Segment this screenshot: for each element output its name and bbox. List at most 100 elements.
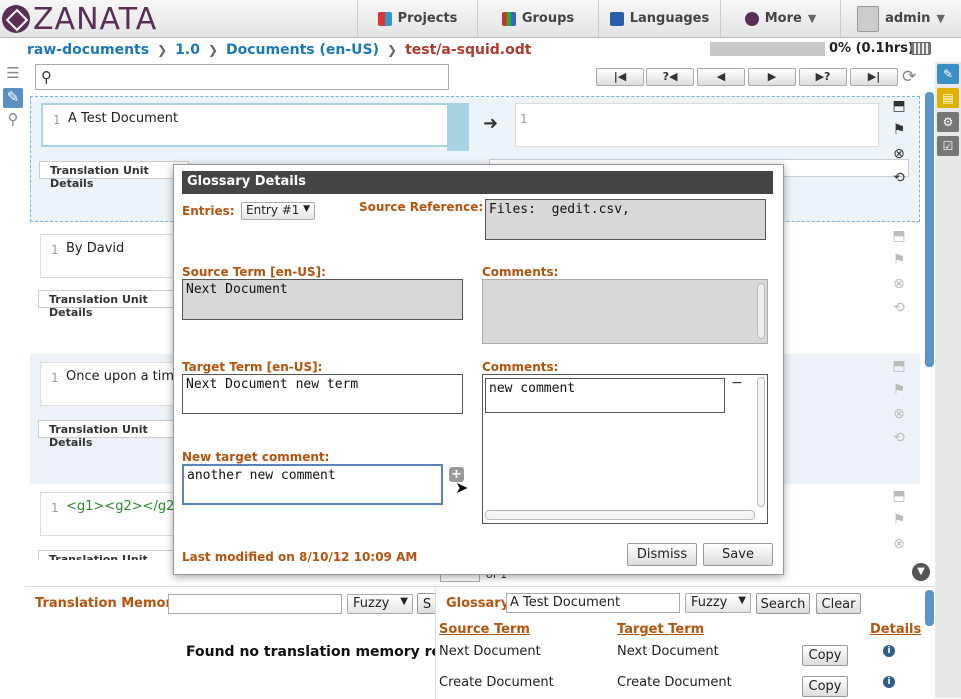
last-modified: Last modified on 8/10/12 10:09 AM	[182, 550, 418, 564]
chevron-right-icon: ❯	[207, 43, 219, 57]
translation-unit-details[interactable]: Translation Unit Details	[38, 290, 188, 319]
cancel-icon[interactable]: ⊗	[890, 406, 908, 422]
glossary-label: Glossary	[446, 596, 510, 611]
refresh-icon[interactable]: ⟳	[902, 67, 916, 87]
progress-bar	[710, 42, 825, 56]
breadcrumb-version[interactable]: 1.0	[175, 42, 200, 58]
remove-comment-icon[interactable]: −	[731, 375, 743, 391]
groups-icon	[501, 11, 516, 26]
chevron-down-icon: ▼	[400, 596, 408, 607]
glossary-clear-button[interactable]: Clear	[816, 593, 861, 614]
translation-unit-details[interactable]: Translation Unit Details	[38, 420, 188, 449]
cancel-icon[interactable]: ⊗	[890, 276, 908, 292]
user-menu[interactable]: admin ▼	[840, 0, 961, 37]
chevron-right-icon: ❯	[157, 43, 168, 57]
next-button[interactable]: ▶	[748, 68, 796, 86]
target-term-input[interactable]: Next Document new term	[182, 374, 463, 414]
column-target-term[interactable]: Target Term	[617, 622, 704, 637]
history-icon[interactable]: ⟲	[890, 300, 908, 316]
cancel-icon[interactable]: ⊗	[890, 536, 908, 552]
cancel-icon[interactable]: ⊗	[890, 146, 908, 162]
breadcrumb: raw-documents ❯ 1.0 ❯ Documents (en-US) …	[27, 41, 531, 59]
copy-button[interactable]: Copy	[802, 645, 848, 666]
scrollbar[interactable]	[757, 283, 765, 339]
new-comment-label: New target comment:	[182, 450, 330, 464]
next-untranslated-button[interactable]: ▶?	[799, 68, 847, 86]
target-term-label: Target Term [en-US]:	[182, 360, 323, 374]
search-view-icon[interactable]: ⚲	[3, 110, 23, 130]
source-term-label: Source Term [en-US]:	[182, 265, 326, 279]
scrollbar[interactable]	[485, 510, 755, 520]
tm-search-button[interactable]: S	[417, 593, 437, 614]
info-icon[interactable]: i	[883, 645, 895, 657]
column-details[interactable]: Details	[870, 622, 921, 637]
entries-select[interactable]: Entry #1 ▼	[241, 202, 315, 220]
list-view-icon[interactable]: ☰	[3, 64, 23, 84]
translation-unit-details[interactable]: Translation Unit Details	[39, 161, 189, 190]
scrollbar[interactable]	[757, 377, 765, 507]
scrollbar[interactable]	[925, 92, 934, 367]
history-icon[interactable]: ⟲	[890, 170, 908, 186]
target-editor[interactable]: 1	[515, 103, 879, 147]
scrollbar[interactable]	[925, 590, 934, 626]
validation-icon[interactable]: ☑	[937, 136, 959, 156]
save-icon[interactable]: ⬒	[890, 488, 908, 504]
search-input[interactable]: ⚲	[35, 64, 449, 90]
nav-projects[interactable]: Projects	[357, 0, 477, 37]
nav-languages[interactable]: Languages	[598, 0, 720, 37]
breadcrumb-documents[interactable]: Documents (en-US)	[226, 42, 379, 58]
copy-button[interactable]: Copy	[802, 676, 848, 697]
chevron-down-icon[interactable]: ▼	[912, 563, 930, 581]
notification-icon[interactable]: ▤	[937, 88, 959, 108]
source-reference-field: Files: gedit.csv,	[485, 199, 766, 240]
target-comments-panel: new comment −	[482, 374, 768, 524]
glossary-target: Create Document	[617, 675, 732, 690]
zanata-logo-icon	[2, 5, 30, 33]
nav-groups[interactable]: Groups	[477, 0, 598, 37]
mouse-cursor-icon: ➤	[455, 478, 469, 497]
chevron-down-icon: ▼	[936, 12, 945, 25]
info-icon[interactable]: i	[883, 676, 895, 688]
glossary-mode-select[interactable]: Fuzzy ▼	[685, 593, 751, 613]
comment-input[interactable]: new comment	[485, 378, 725, 413]
nav-more[interactable]: More ▼	[720, 0, 840, 37]
translation-unit-details[interactable]: Translation Unit Details	[38, 550, 188, 560]
tm-search-input[interactable]	[168, 594, 342, 614]
first-button[interactable]: |◀	[596, 68, 644, 86]
glossary-search-input[interactable]: A Test Document	[506, 593, 680, 613]
tm-mode-select[interactable]: Fuzzy ▼	[347, 594, 413, 614]
glossary-panel: Glossary A Test Document Fuzzy ▼ Search …	[435, 587, 935, 699]
flag-icon[interactable]: ⚑	[890, 122, 908, 138]
save-button[interactable]: Save	[703, 543, 773, 566]
flag-icon[interactable]: ⚑	[890, 252, 908, 268]
save-icon[interactable]: ⬒	[890, 98, 908, 114]
glossary-details-dialog: Glossary Details Entries: Entry #1 ▼ Sou…	[173, 164, 784, 575]
source-cell: 1 A Test Document	[41, 103, 461, 147]
new-comment-input[interactable]: another new comment	[182, 464, 443, 505]
copy-source-icon[interactable]: ➜	[483, 113, 498, 134]
flag-icon[interactable]: ⚑	[890, 382, 908, 398]
history-icon[interactable]: ⟲	[890, 430, 908, 446]
column-source-term[interactable]: Source Term	[439, 622, 530, 637]
flag-icon[interactable]: ⚑	[890, 512, 908, 528]
chat-icon[interactable]: ✎	[937, 64, 959, 84]
save-icon[interactable]: ⬒	[890, 228, 908, 244]
last-button[interactable]: ▶|	[850, 68, 898, 86]
source-reference-label: Source Reference:	[359, 200, 484, 214]
gear-icon[interactable]: ⚙	[937, 112, 959, 132]
tm-empty-message: Found no translation memory results	[186, 644, 436, 660]
keyboard-icon[interactable]	[911, 42, 931, 55]
search-icon: ⚲	[41, 68, 52, 86]
save-icon[interactable]: ⬒	[890, 358, 908, 374]
editor-view-icon[interactable]: ✎	[3, 88, 23, 108]
right-sidebar	[935, 62, 961, 698]
prev-untranslated-button[interactable]: ?◀	[646, 68, 694, 86]
chevron-right-icon: ❯	[387, 43, 398, 57]
glossary-search-button[interactable]: Search	[756, 593, 810, 614]
logo[interactable]: ZANATA	[2, 2, 157, 37]
breadcrumb-project[interactable]: raw-documents	[27, 42, 149, 58]
target-comments-label: Comments:	[482, 360, 559, 374]
dismiss-button[interactable]: Dismiss	[627, 543, 697, 566]
prev-button[interactable]: ◀	[697, 68, 745, 86]
source-term-field: Next Document	[182, 279, 463, 320]
